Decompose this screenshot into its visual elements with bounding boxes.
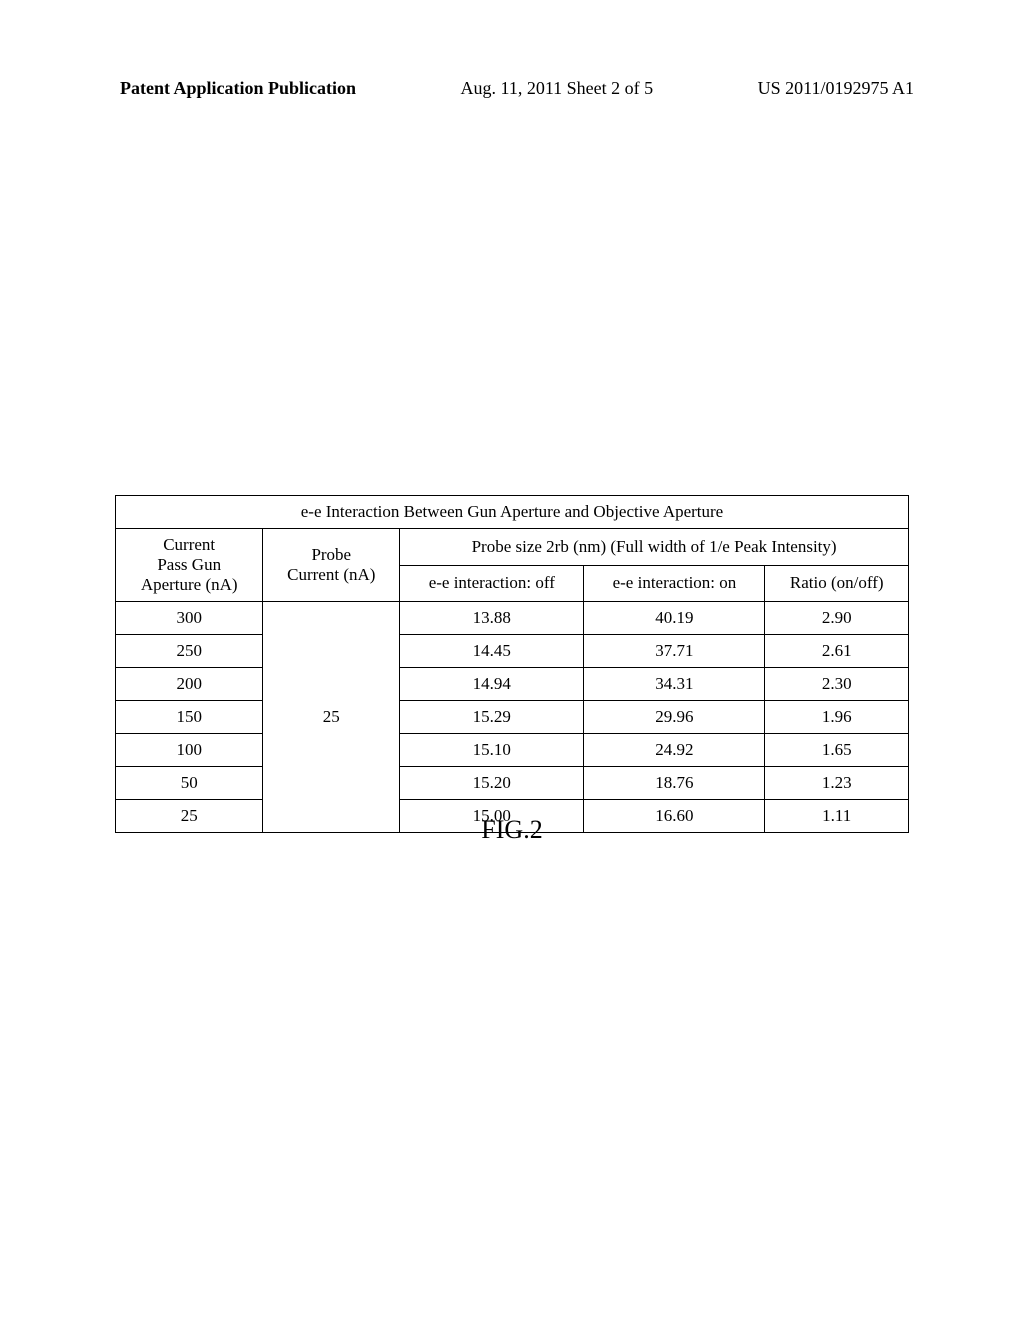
- cell-ratio: 1.23: [765, 767, 909, 800]
- table-title: e-e Interaction Between Gun Aperture and…: [116, 496, 909, 529]
- cell-on: 37.71: [584, 635, 765, 668]
- cell-off: 15.20: [400, 767, 584, 800]
- table-row: 300 25 13.88 40.19 2.90: [116, 602, 909, 635]
- table-row: 50 15.20 18.76 1.23: [116, 767, 909, 800]
- col1-header-line3: Aperture (nA): [141, 575, 238, 594]
- cell-off: 14.45: [400, 635, 584, 668]
- col1-header-line2: Pass Gun: [157, 555, 221, 574]
- cell-on: 34.31: [584, 668, 765, 701]
- col1-header-line1: Current: [163, 535, 215, 554]
- cell-current: 200: [116, 668, 263, 701]
- header-left: Patent Application Publication: [120, 78, 356, 99]
- figure-label: FIG.2: [0, 815, 1024, 845]
- cell-on: 29.96: [584, 701, 765, 734]
- table-row: 250 14.45 37.71 2.61: [116, 635, 909, 668]
- cell-ratio: 2.30: [765, 668, 909, 701]
- cell-off: 15.10: [400, 734, 584, 767]
- table-title-row: e-e Interaction Between Gun Aperture and…: [116, 496, 909, 529]
- cell-current: 300: [116, 602, 263, 635]
- header-right: US 2011/0192975 A1: [758, 78, 914, 99]
- cell-ratio: 1.65: [765, 734, 909, 767]
- col3-group-header: Probe size 2rb (nm) (Full width of 1/e P…: [400, 529, 909, 566]
- cell-current: 50: [116, 767, 263, 800]
- col2-header: Probe Current (nA): [263, 529, 400, 602]
- cell-on: 18.76: [584, 767, 765, 800]
- page-header: Patent Application Publication Aug. 11, …: [0, 78, 1024, 99]
- cell-off: 13.88: [400, 602, 584, 635]
- cell-current: 250: [116, 635, 263, 668]
- cell-probe-current: 25: [263, 602, 400, 833]
- data-table-container: e-e Interaction Between Gun Aperture and…: [115, 495, 909, 833]
- cell-current: 150: [116, 701, 263, 734]
- cell-ratio: 1.96: [765, 701, 909, 734]
- cell-on: 24.92: [584, 734, 765, 767]
- table-row: 150 15.29 29.96 1.96: [116, 701, 909, 734]
- data-table: e-e Interaction Between Gun Aperture and…: [115, 495, 909, 833]
- cell-on: 40.19: [584, 602, 765, 635]
- col1-header: Current Pass Gun Aperture (nA): [116, 529, 263, 602]
- col2-header-line1: Probe: [311, 545, 351, 564]
- cell-current: 100: [116, 734, 263, 767]
- cell-ratio: 2.90: [765, 602, 909, 635]
- cell-ratio: 2.61: [765, 635, 909, 668]
- header-center: Aug. 11, 2011 Sheet 2 of 5: [461, 78, 654, 99]
- cell-off: 14.94: [400, 668, 584, 701]
- col3-sub3: Ratio (on/off): [765, 565, 909, 602]
- col3-sub2: e-e interaction: on: [584, 565, 765, 602]
- table-header-row-1: Current Pass Gun Aperture (nA) Probe Cur…: [116, 529, 909, 566]
- col3-sub1: e-e interaction: off: [400, 565, 584, 602]
- col2-header-line2: Current (nA): [287, 565, 375, 584]
- table-row: 200 14.94 34.31 2.30: [116, 668, 909, 701]
- cell-off: 15.29: [400, 701, 584, 734]
- table-row: 100 15.10 24.92 1.65: [116, 734, 909, 767]
